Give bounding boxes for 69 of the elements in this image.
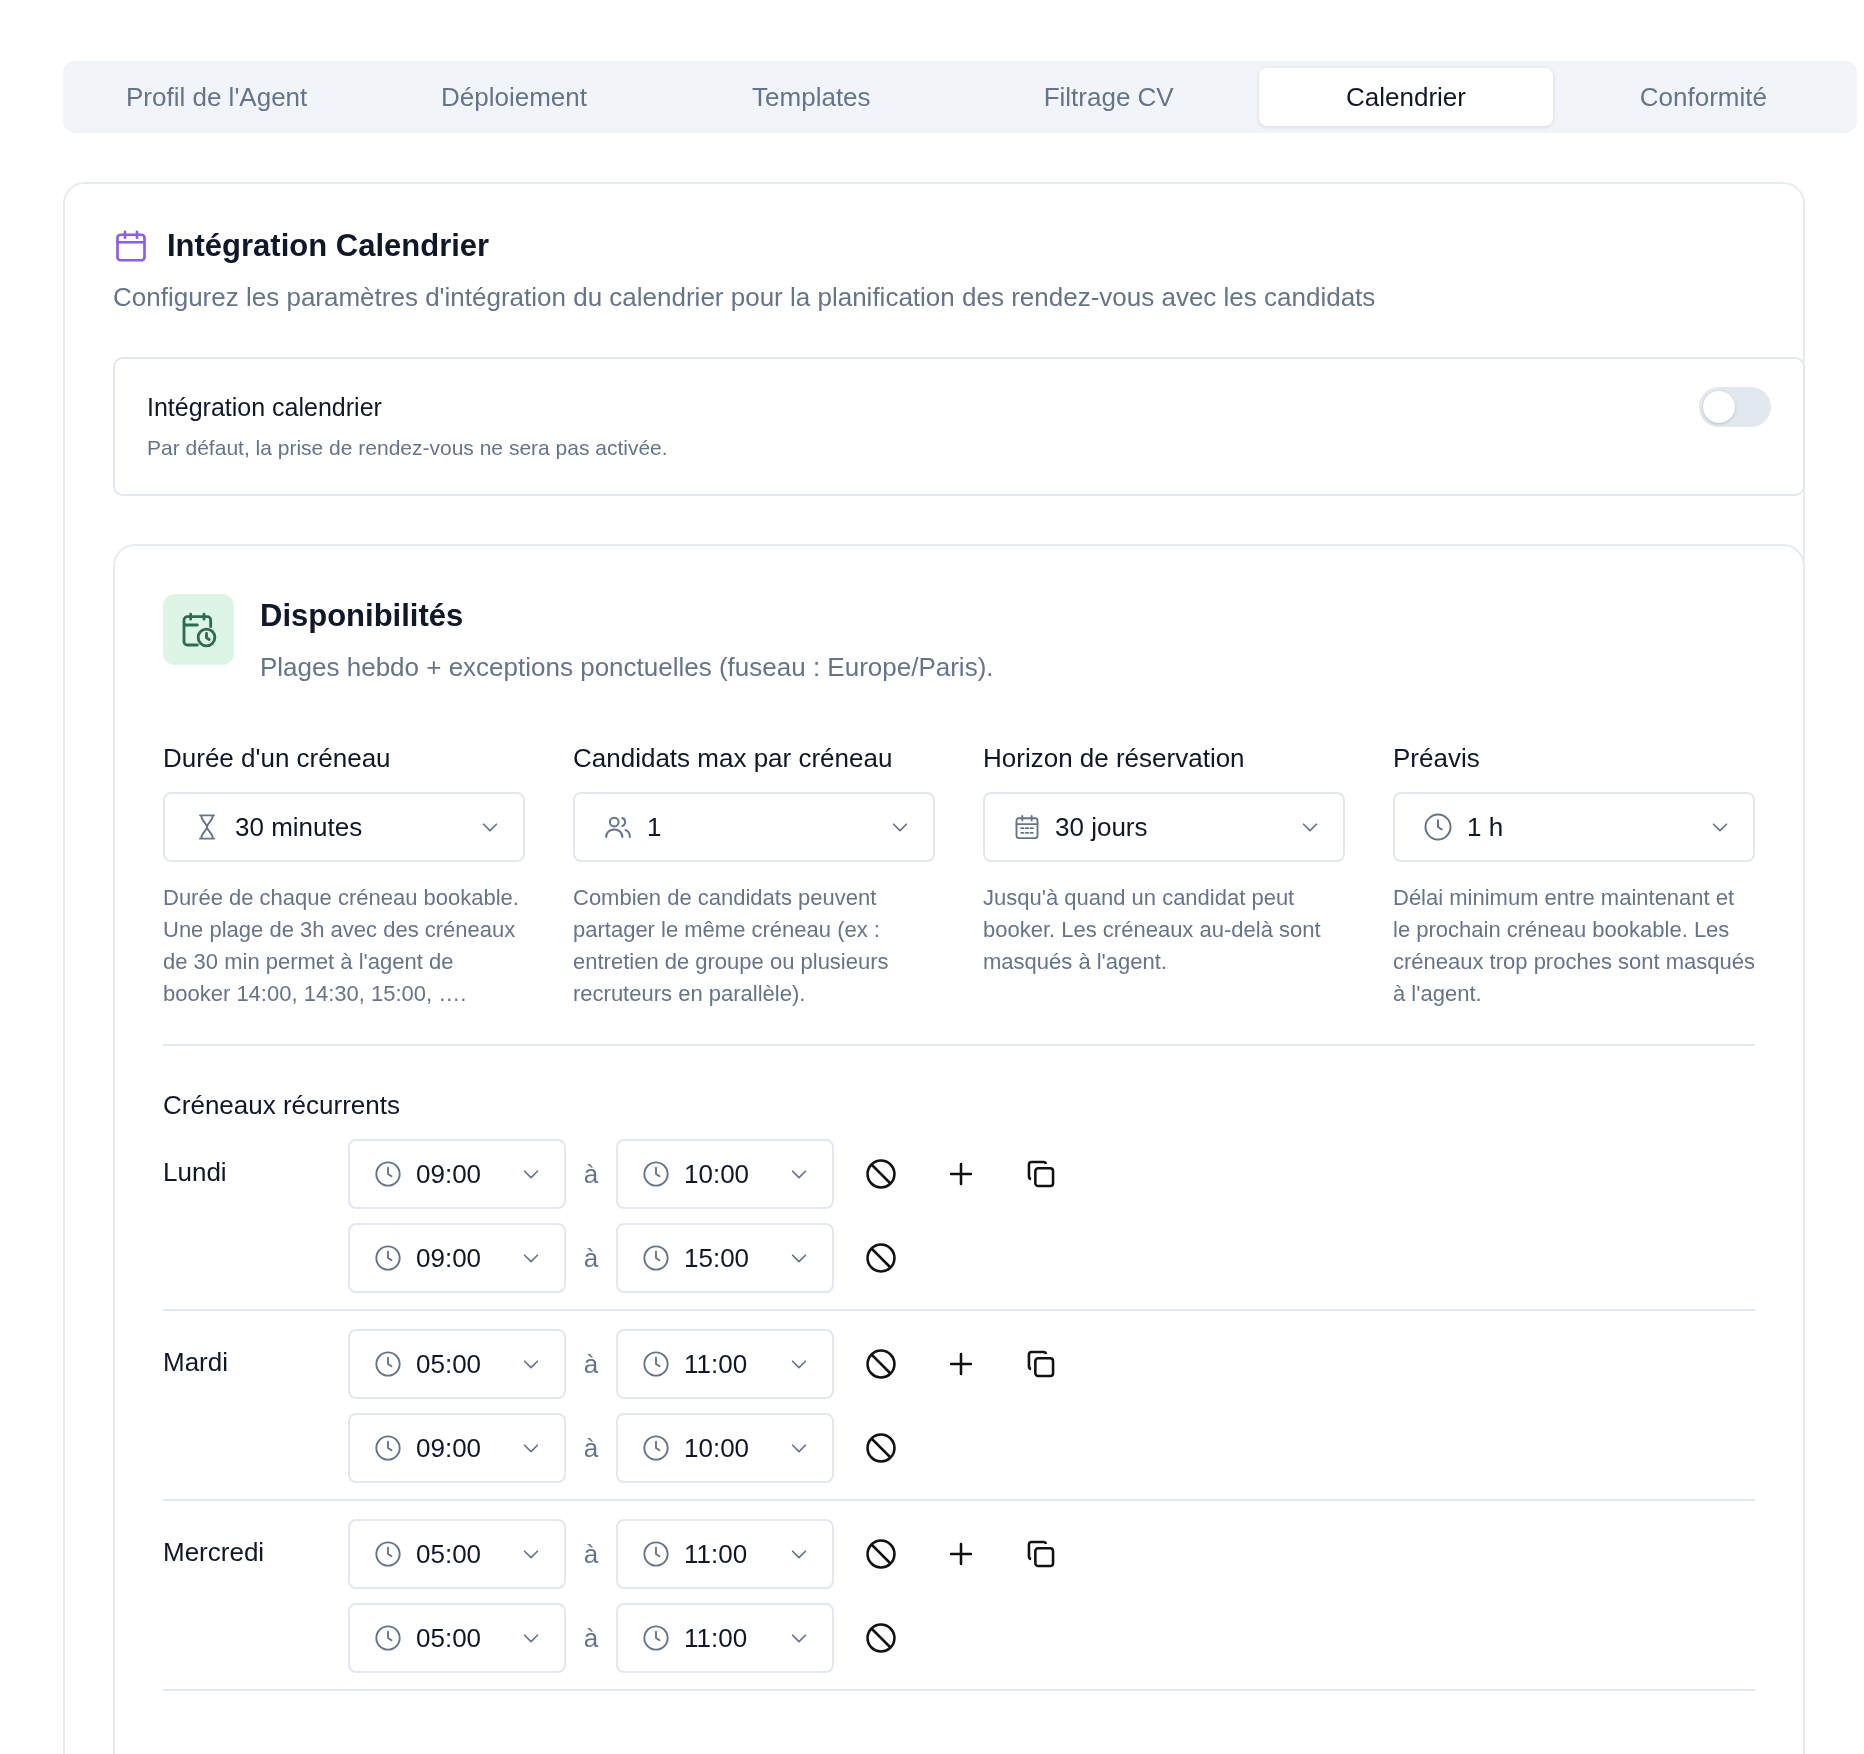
select-field[interactable]: 30 minutes — [163, 792, 525, 862]
time-select[interactable]: 09:00 — [348, 1139, 566, 1209]
tab[interactable]: Déploiement — [367, 68, 661, 126]
clock-icon — [642, 1624, 670, 1652]
setting-label: Horizon de réservation — [983, 743, 1246, 774]
clock-icon — [642, 1244, 670, 1272]
setting-label: Durée d'un créneau — [163, 743, 392, 774]
clock-icon — [642, 1160, 670, 1188]
clock-icon — [374, 1244, 402, 1272]
separator-text: à — [582, 1348, 600, 1380]
section-title: Intégration Calendrier — [167, 228, 490, 264]
setting-label: Candidats max par créneau — [573, 743, 894, 774]
separator-text: à — [582, 1432, 600, 1464]
time-select[interactable]: 11:00 — [616, 1519, 834, 1589]
availability-title: Disponibilités — [260, 598, 465, 634]
time-select[interactable]: 11:00 — [616, 1329, 834, 1399]
integration-hint: Par défaut, la prise de rendez-vous ne sera pas activée. — [147, 436, 668, 460]
clock-icon — [374, 1434, 402, 1462]
ban-icon[interactable] — [864, 1347, 898, 1381]
recurring-title: Créneaux récurrents — [163, 1090, 401, 1121]
clock-icon — [642, 1434, 670, 1462]
time-select[interactable]: 11:00 — [616, 1603, 834, 1673]
ban-icon[interactable] — [864, 1157, 898, 1191]
clock-icon — [374, 1624, 402, 1652]
setting-help: Combien de candidats peuvent partager le même créneau (ex : entretien de groupe ou plusieurs recruteurs en parallèle). — [573, 884, 890, 1008]
separator-text: à — [582, 1242, 600, 1274]
clock-icon — [642, 1540, 670, 1568]
clock-icon — [374, 1350, 402, 1378]
time-select[interactable]: 05:00 — [348, 1519, 566, 1589]
calendar-icon — [1013, 813, 1041, 841]
ban-icon[interactable] — [864, 1537, 898, 1571]
setting-label: Préavis — [1393, 743, 1481, 774]
clock-icon — [1423, 812, 1453, 842]
clock-icon — [374, 1540, 402, 1568]
tab[interactable]: Calendrier — [1259, 68, 1553, 126]
separator-text: à — [582, 1158, 600, 1190]
day-label: Mardi — [163, 1346, 229, 1379]
clock-icon — [374, 1160, 402, 1188]
setting-help: Délai minimum entre maintenant et le prochain créneau bookable. Les créneaux trop proches sont masqués à l'agent. — [1393, 884, 1755, 1008]
tab[interactable]: Conformité — [1556, 68, 1850, 126]
availability-subtitle: Plages hebdo + exceptions ponctuelles (fuseau : Europe/Paris). — [260, 652, 994, 683]
time-select[interactable]: 05:00 — [348, 1329, 566, 1399]
calendar-clock-icon — [163, 594, 234, 665]
select-field[interactable]: 30 jours — [983, 792, 1345, 862]
calendar-icon — [113, 228, 149, 264]
time-select[interactable]: 10:00 — [616, 1413, 834, 1483]
setting-help: Jusqu'à quand un candidat peut booker. Les créneaux au-delà sont masqués à l'agent. — [983, 884, 1322, 976]
ban-icon[interactable] — [864, 1431, 898, 1465]
time-select[interactable]: 10:00 — [616, 1139, 834, 1209]
integration-label: Intégration calendrier — [147, 393, 383, 422]
setting-help: Durée de chaque créneau bookable. Une plage de 3h avec des créneaux de 30 min permet à l'agent de booker 14:00, 14:30, 15:00, …. — [163, 884, 520, 1008]
tab[interactable]: Templates — [664, 68, 958, 126]
select-field[interactable]: 1 — [573, 792, 935, 862]
time-select[interactable]: 05:00 — [348, 1603, 566, 1673]
separator-text: à — [582, 1538, 600, 1570]
ban-icon[interactable] — [864, 1241, 898, 1275]
time-select[interactable]: 09:00 — [348, 1223, 566, 1293]
section-description: Configurez les paramètres d'intégration du calendrier pour la planification des rendez-vous avec les candidats — [113, 282, 1377, 313]
toggle-switch[interactable] — [1699, 386, 1771, 427]
select-field[interactable]: 1 h — [1393, 792, 1755, 862]
separator-text: à — [582, 1622, 600, 1654]
ban-icon[interactable] — [864, 1621, 898, 1655]
clock-icon — [642, 1350, 670, 1378]
tab[interactable]: Profil de l'Agent — [70, 68, 364, 126]
time-select[interactable]: 15:00 — [616, 1223, 834, 1293]
tab[interactable]: Filtrage CV — [962, 68, 1256, 126]
day-label: Mercredi — [163, 1536, 266, 1569]
day-label: Lundi — [163, 1156, 228, 1189]
time-select[interactable]: 09:00 — [348, 1413, 566, 1483]
